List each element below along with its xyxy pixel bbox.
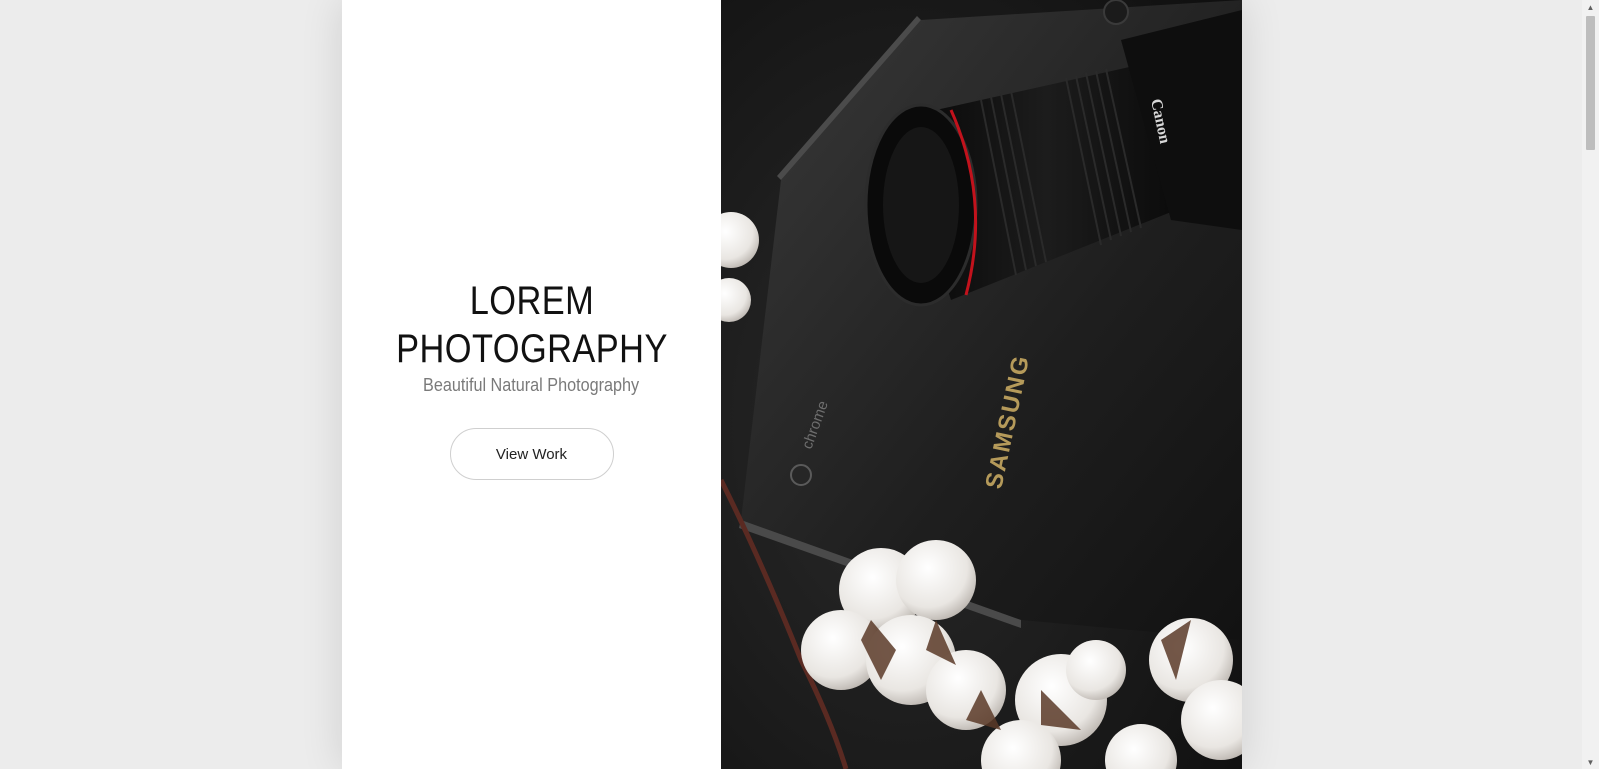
- hero-text-panel: LOREM PHOTOGRAPHY Beautiful Natural Phot…: [342, 0, 721, 769]
- scroll-down-arrow-icon[interactable]: ▼: [1582, 755, 1599, 769]
- page: LOREM PHOTOGRAPHY Beautiful Natural Phot…: [0, 0, 1599, 769]
- page-title: LOREM PHOTOGRAPHY: [396, 277, 668, 373]
- vertical-scrollbar[interactable]: ▲ ▼: [1582, 0, 1599, 769]
- title-line-2: PHOTOGRAPHY: [395, 327, 668, 371]
- camera-photo-image: SAMSUNG chrome Canon: [721, 0, 1242, 769]
- scroll-up-arrow-icon[interactable]: ▲: [1582, 0, 1599, 14]
- title-line-1: LOREM: [469, 279, 594, 323]
- subtitle: Beautiful Natural Photography: [423, 375, 640, 395]
- hero-photo: SAMSUNG chrome Canon: [721, 0, 1242, 769]
- hero-card: LOREM PHOTOGRAPHY Beautiful Natural Phot…: [342, 0, 1242, 769]
- view-work-button[interactable]: View Work: [449, 428, 614, 480]
- scrollbar-thumb[interactable]: [1586, 16, 1595, 150]
